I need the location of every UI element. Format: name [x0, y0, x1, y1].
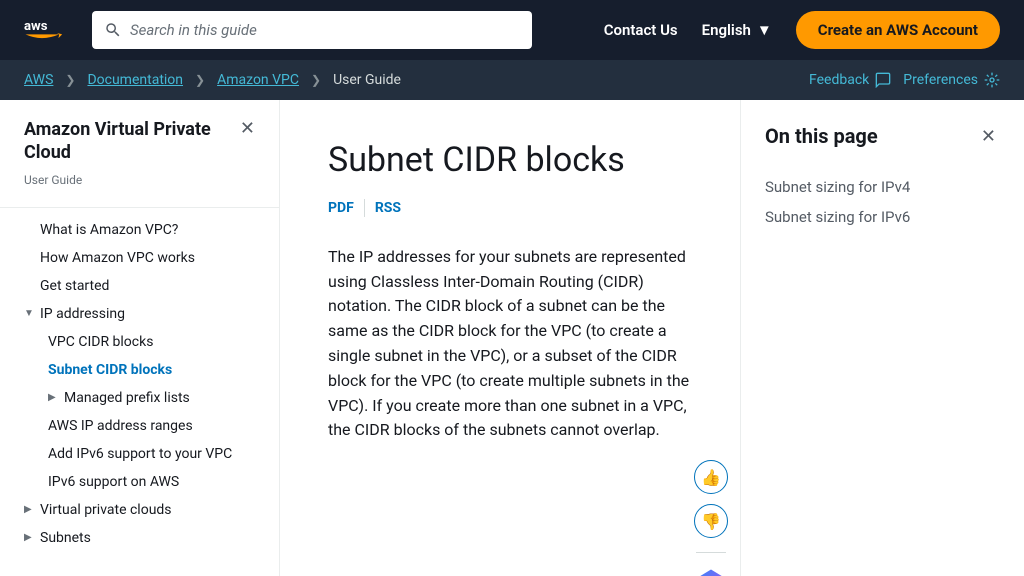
sidebar-item-label: IPv6 support on AWS	[48, 474, 179, 490]
sidebar-item-label: What is Amazon VPC?	[40, 222, 178, 238]
breadcrumb-aws[interactable]: AWS	[24, 72, 53, 88]
sidebar-item[interactable]: AWS IP address ranges	[0, 412, 279, 440]
sidebar-item-label: AWS IP address ranges	[48, 418, 193, 434]
toc-link-ipv4[interactable]: Subnet sizing for IPv4	[765, 172, 996, 202]
feedback-link[interactable]: Feedback	[809, 72, 891, 88]
sidebar-item[interactable]: ▶ Managed prefix lists	[0, 384, 279, 412]
close-icon[interactable]: ✕	[240, 118, 255, 139]
sidebar-item[interactable]: How Amazon VPC works	[0, 244, 279, 272]
breadcrumb: AWS ❯ Documentation ❯ Amazon VPC ❯ User …	[0, 60, 1024, 100]
sidebar-item-label: Subnet CIDR blocks	[48, 362, 172, 378]
caret-icon: ▶	[24, 532, 34, 543]
divider	[0, 207, 279, 208]
gear-icon	[984, 72, 1000, 88]
sidebar-item[interactable]: Get started	[0, 272, 279, 300]
sidebar-item[interactable]: Subnet CIDR blocks	[0, 356, 279, 384]
body-text: The IP addresses for your subnets are re…	[328, 245, 692, 443]
sidebar: Amazon Virtual Private Cloud ✕ User Guid…	[0, 100, 280, 576]
divider	[696, 552, 726, 553]
sidebar-item[interactable]: Add IPv6 support to your VPC	[0, 440, 279, 468]
sidebar-item-label: Add IPv6 support to your VPC	[48, 446, 232, 462]
sidebar-item-label: IP addressing	[40, 306, 125, 322]
aws-logo[interactable]: aws	[24, 16, 68, 44]
caret-icon: ▶	[24, 504, 34, 515]
preferences-link[interactable]: Preferences	[903, 72, 1000, 88]
toc-link-ipv6[interactable]: Subnet sizing for IPv6	[765, 202, 996, 232]
sidebar-title: Amazon Virtual Private Cloud	[24, 118, 240, 165]
sidebar-item-label: How Amazon VPC works	[40, 250, 195, 266]
divider	[364, 199, 365, 217]
sidebar-item[interactable]: ▼ IP addressing	[0, 300, 279, 328]
close-icon[interactable]: ✕	[981, 126, 996, 147]
chevron-down-icon: ▼	[757, 21, 772, 39]
svg-text:aws: aws	[24, 19, 48, 34]
main-content: Subnet CIDR blocks PDF RSS The IP addres…	[280, 100, 740, 576]
rightpane-title: On this page	[765, 124, 878, 148]
sidebar-item-label: Managed prefix lists	[64, 390, 190, 406]
sidebar-item[interactable]: ▶ Subnets	[0, 524, 279, 552]
pdf-link[interactable]: PDF	[328, 200, 354, 216]
sidebar-item-label: Virtual private clouds	[40, 502, 172, 518]
breadcrumb-current: User Guide	[333, 72, 401, 88]
sidebar-item[interactable]: IPv6 support on AWS	[0, 468, 279, 496]
comment-icon	[875, 72, 891, 88]
amazon-q-icon[interactable]	[694, 567, 728, 576]
sidebar-subtitle: User Guide	[0, 173, 279, 199]
sidebar-item[interactable]: VPC CIDR blocks	[0, 328, 279, 356]
rss-link[interactable]: RSS	[375, 200, 401, 216]
chevron-right-icon: ❯	[311, 73, 321, 87]
thumbs-up-button[interactable]: 👍	[694, 460, 728, 494]
sidebar-item-label: VPC CIDR blocks	[48, 334, 153, 350]
caret-icon: ▼	[24, 308, 34, 319]
breadcrumb-documentation[interactable]: Documentation	[87, 72, 183, 88]
contact-us-link[interactable]: Contact Us	[604, 21, 678, 39]
chevron-right-icon: ❯	[65, 73, 75, 87]
page-title: Subnet CIDR blocks	[328, 140, 692, 181]
search-input[interactable]	[92, 11, 532, 49]
thumbs-down-button[interactable]: 👎	[694, 504, 728, 538]
on-this-page-panel: On this page ✕ Subnet sizing for IPv4 Su…	[740, 100, 1020, 576]
sidebar-item[interactable]: ▶ Virtual private clouds	[0, 496, 279, 524]
chevron-right-icon: ❯	[195, 73, 205, 87]
breadcrumb-amazon-vpc[interactable]: Amazon VPC	[217, 72, 299, 88]
sidebar-item[interactable]: What is Amazon VPC?	[0, 216, 279, 244]
sidebar-item-label: Subnets	[40, 530, 91, 546]
create-account-button[interactable]: Create an AWS Account	[796, 11, 1000, 49]
language-selector[interactable]: English▼	[702, 21, 772, 39]
search-icon	[104, 21, 122, 39]
caret-icon: ▶	[48, 392, 58, 403]
sidebar-item-label: Get started	[40, 278, 109, 294]
